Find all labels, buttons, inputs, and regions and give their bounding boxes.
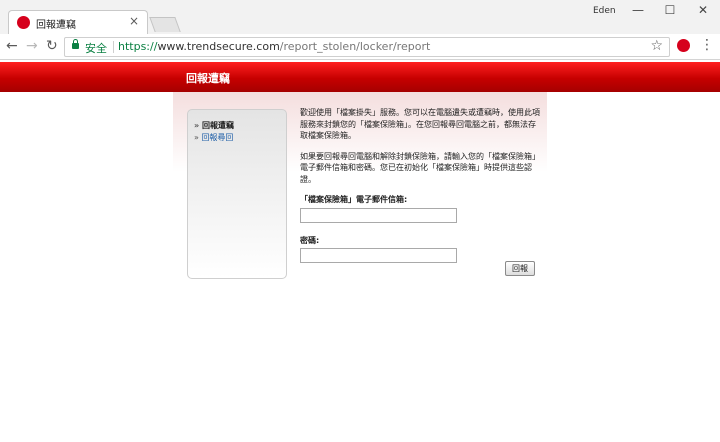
url-text[interactable]: https://www.trendsecure.com/report_stole…	[118, 40, 430, 53]
sidebar-item-report-stolen[interactable]: » 回報遭竊	[194, 120, 234, 131]
back-arrow-icon[interactable]: ←	[6, 38, 18, 54]
tab-title: 回報遭竊	[36, 20, 76, 31]
email-label: 「檔案保險箱」電子郵件信箱:	[300, 195, 408, 204]
address-bar[interactable]: 安全 https://www.trendsecure.com/report_st…	[64, 37, 670, 57]
close-tab-icon[interactable]: ×	[129, 14, 139, 28]
profile-name[interactable]: Eden	[593, 6, 616, 16]
password-label: 密碼:	[300, 235, 320, 245]
maximize-icon[interactable]: ☐	[662, 3, 678, 17]
minimize-icon[interactable]: —	[630, 3, 646, 17]
page-title: 回報遭竊	[186, 72, 230, 85]
reload-icon[interactable]: ↻	[46, 38, 58, 54]
url-scheme: https://	[118, 40, 158, 53]
omnibox-divider	[113, 41, 114, 53]
email-field[interactable]	[300, 207, 457, 223]
sidebar: » 回報遭竊 » 回報尋回	[187, 109, 287, 279]
url-host: www.trendsecure.com	[157, 40, 280, 53]
star-icon[interactable]: ☆	[650, 38, 663, 54]
close-window-icon[interactable]: ✕	[695, 3, 711, 17]
browser-tab[interactable]: 回報遭竊 ×	[8, 10, 148, 35]
report-button[interactable]: 回報	[505, 261, 535, 276]
trend-micro-favicon-icon	[17, 16, 30, 29]
browser-toolbar: ← → ↻ 安全 https://www.trendsecure.com/rep…	[0, 34, 720, 60]
password-field[interactable]	[300, 248, 457, 263]
browser-titlebar: 回報遭竊 × Eden — ☐ ✕	[0, 0, 720, 35]
lock-icon	[72, 39, 79, 49]
main-content: 歡迎使用「檔案掛失」服務。您可以在電腦遺失或遭竊時，使用此項服務來封鎖您的「檔案…	[300, 107, 540, 275]
header-banner: 回報遭竊	[0, 62, 720, 92]
sidebar-item-label: 回報遭竊	[201, 121, 234, 130]
intro-paragraph: 歡迎使用「檔案掛失」服務。您可以在電腦遺失或遭竊時，使用此項服務來封鎖您的「檔案…	[300, 108, 540, 140]
extension-icon[interactable]	[677, 39, 690, 52]
instructions-paragraph: 如果要回報尋回電腦和解除封鎖保險箱，請輸入您的「檔案保險箱」電子郵件信箱和密碼。…	[300, 151, 540, 184]
bullet-icon: »	[194, 121, 202, 130]
sidebar-item-label: 回報尋回	[201, 133, 234, 142]
menu-icon[interactable]: ⋮	[700, 37, 714, 53]
new-tab-button[interactable]	[149, 17, 181, 32]
secure-label: 安全	[85, 42, 107, 55]
sidebar-item-report-recovered[interactable]: » 回報尋回	[194, 132, 233, 143]
forward-arrow-icon[interactable]: →	[26, 38, 38, 54]
url-path: /report_stolen/locker/report	[279, 40, 431, 53]
